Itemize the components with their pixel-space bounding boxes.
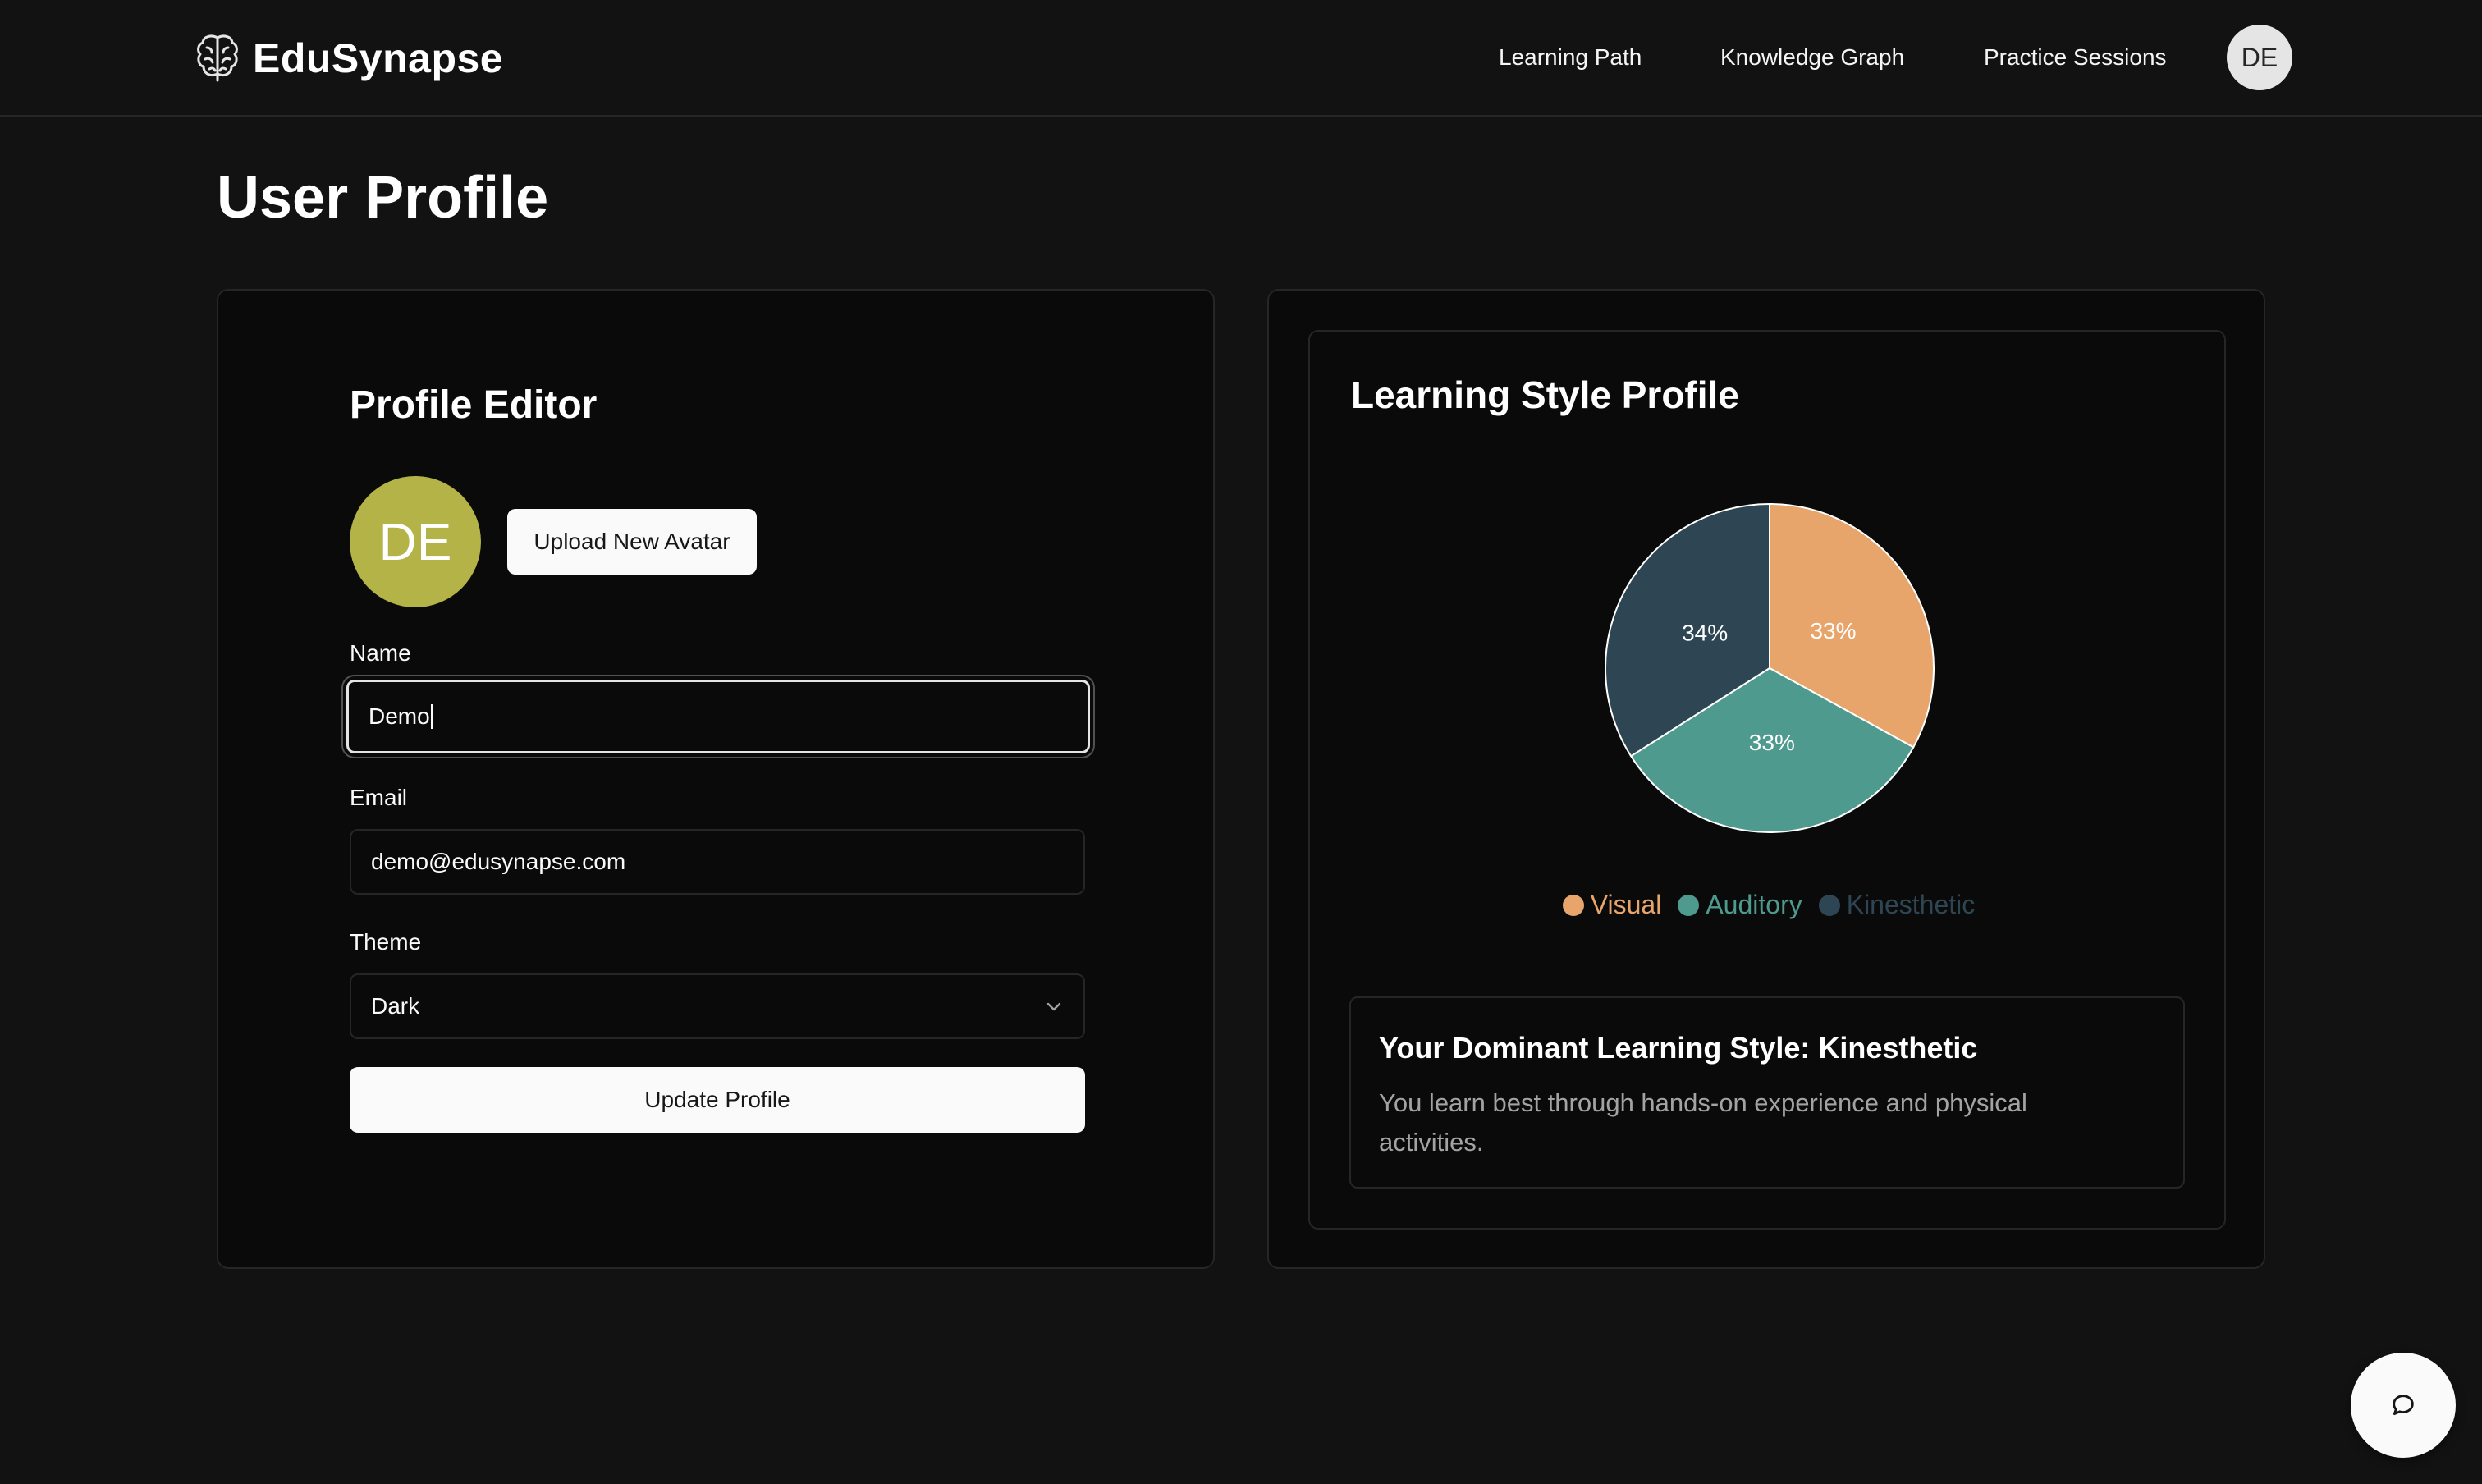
- legend-label: Auditory: [1706, 890, 1802, 919]
- legend-item-auditory: Auditory: [1678, 890, 1802, 920]
- learning-style-panel: Learning Style Profile 33% 33% 34% Visual A…: [1308, 330, 2226, 1230]
- app-name: EduSynapse: [253, 35, 504, 81]
- nav-learning-path[interactable]: Learning Path: [1499, 36, 1642, 79]
- learning-style-pie-chart: 33% 33% 34%: [1605, 502, 1935, 833]
- nav-knowledge-graph[interactable]: Knowledge Graph: [1720, 36, 1904, 79]
- legend-label: Visual: [1590, 890, 1662, 919]
- learning-style-title: Learning Style Profile: [1351, 373, 1739, 416]
- legend-swatch: [1562, 894, 1584, 916]
- dominant-style-description: You learn best through hands-on experien…: [1379, 1088, 2027, 1157]
- user-avatar-button[interactable]: DE: [2227, 25, 2292, 90]
- name-input-value: Demo: [369, 703, 430, 729]
- learning-style-card: Learning Style Profile 33% 33% 34% Visual A…: [1267, 289, 2265, 1269]
- brain-icon: [197, 34, 238, 82]
- nav-practice-sessions[interactable]: Practice Sessions: [1984, 36, 2167, 79]
- pie-legend: Visual Auditory Kinesthetic: [1310, 890, 2228, 920]
- dominant-style-box: Your Dominant Learning Style: Kinestheti…: [1349, 996, 2185, 1189]
- name-input[interactable]: Demo: [346, 680, 1090, 753]
- email-input-value: demo@edusynapse.com: [371, 849, 626, 874]
- pie-label-auditory: 33%: [1749, 730, 1795, 755]
- theme-select-value: Dark: [371, 993, 420, 1019]
- brand[interactable]: EduSynapse: [195, 31, 503, 85]
- chat-button[interactable]: [2351, 1353, 2456, 1458]
- page-title: User Profile: [217, 165, 549, 231]
- email-label: Email: [350, 785, 408, 810]
- profile-avatar: DE: [350, 476, 481, 607]
- top-navbar: EduSynapse Learning Path Knowledge Graph…: [0, 0, 2482, 117]
- legend-swatch: [1678, 894, 1700, 916]
- theme-label: Theme: [350, 929, 422, 955]
- chevron-down-icon: [1046, 1002, 1061, 1011]
- update-profile-button[interactable]: Update Profile: [350, 1067, 1085, 1133]
- theme-select[interactable]: Dark: [350, 973, 1085, 1039]
- legend-label: Kinesthetic: [1846, 890, 1976, 919]
- email-input[interactable]: demo@edusynapse.com: [350, 829, 1085, 895]
- name-label: Name: [350, 640, 411, 666]
- pie-label-kinesthetic: 34%: [1682, 621, 1728, 646]
- upload-avatar-button[interactable]: Upload New Avatar: [507, 509, 757, 575]
- legend-swatch: [1818, 894, 1840, 916]
- dominant-style-title: Your Dominant Learning Style: Kinestheti…: [1379, 1031, 1978, 1065]
- pie-label-visual: 33%: [1810, 618, 1856, 644]
- legend-item-visual: Visual: [1562, 890, 1662, 920]
- legend-item-kinesthetic: Kinesthetic: [1818, 890, 1976, 920]
- text-caret: [430, 704, 433, 729]
- profile-editor-card: Profile Editor DE Upload New Avatar Name…: [217, 289, 1215, 1269]
- profile-editor-title: Profile Editor: [350, 383, 598, 427]
- chat-bubble-icon: [2393, 1395, 2414, 1416]
